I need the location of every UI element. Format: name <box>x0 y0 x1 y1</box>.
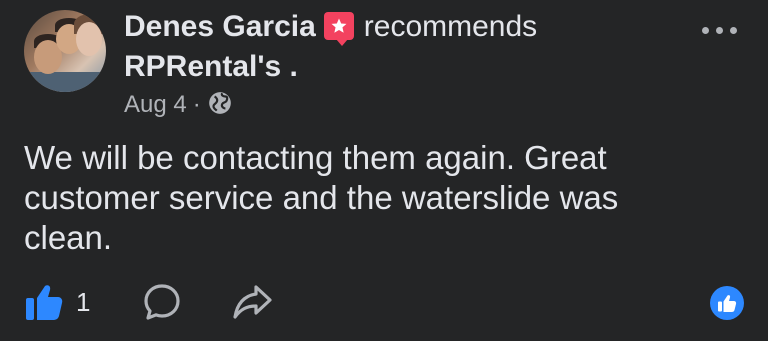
comment-icon[interactable] <box>142 282 182 322</box>
share-icon[interactable] <box>230 282 274 322</box>
post-meta: Aug 4 · <box>124 90 233 124</box>
avatar-face <box>76 22 102 56</box>
globe-icon[interactable] <box>207 90 233 124</box>
avatar-shirt <box>24 72 106 92</box>
author-name[interactable]: Denes Garcia <box>124 10 316 43</box>
like-count[interactable]: 1 <box>76 286 90 318</box>
more-options-icon[interactable] <box>700 20 740 40</box>
post-header: Denes Garcia recommends <box>124 8 537 46</box>
more-dot <box>730 27 737 34</box>
post-date[interactable]: Aug 4 <box>124 91 187 118</box>
page-name[interactable]: RPRental's . <box>124 48 298 86</box>
more-dot <box>702 27 709 34</box>
post-body: We will be contacting them again. Great … <box>24 139 619 256</box>
avatar[interactable] <box>24 10 106 92</box>
meta-separator: · <box>192 91 201 118</box>
recommend-star-icon <box>323 12 354 46</box>
recommendation-post: Denes Garcia recommends RPRental's . Aug … <box>0 0 768 341</box>
thumbs-up-icon[interactable] <box>24 282 64 322</box>
action-text: recommends <box>363 10 538 43</box>
more-dot <box>716 27 723 34</box>
like-reaction-icon[interactable] <box>710 286 744 320</box>
